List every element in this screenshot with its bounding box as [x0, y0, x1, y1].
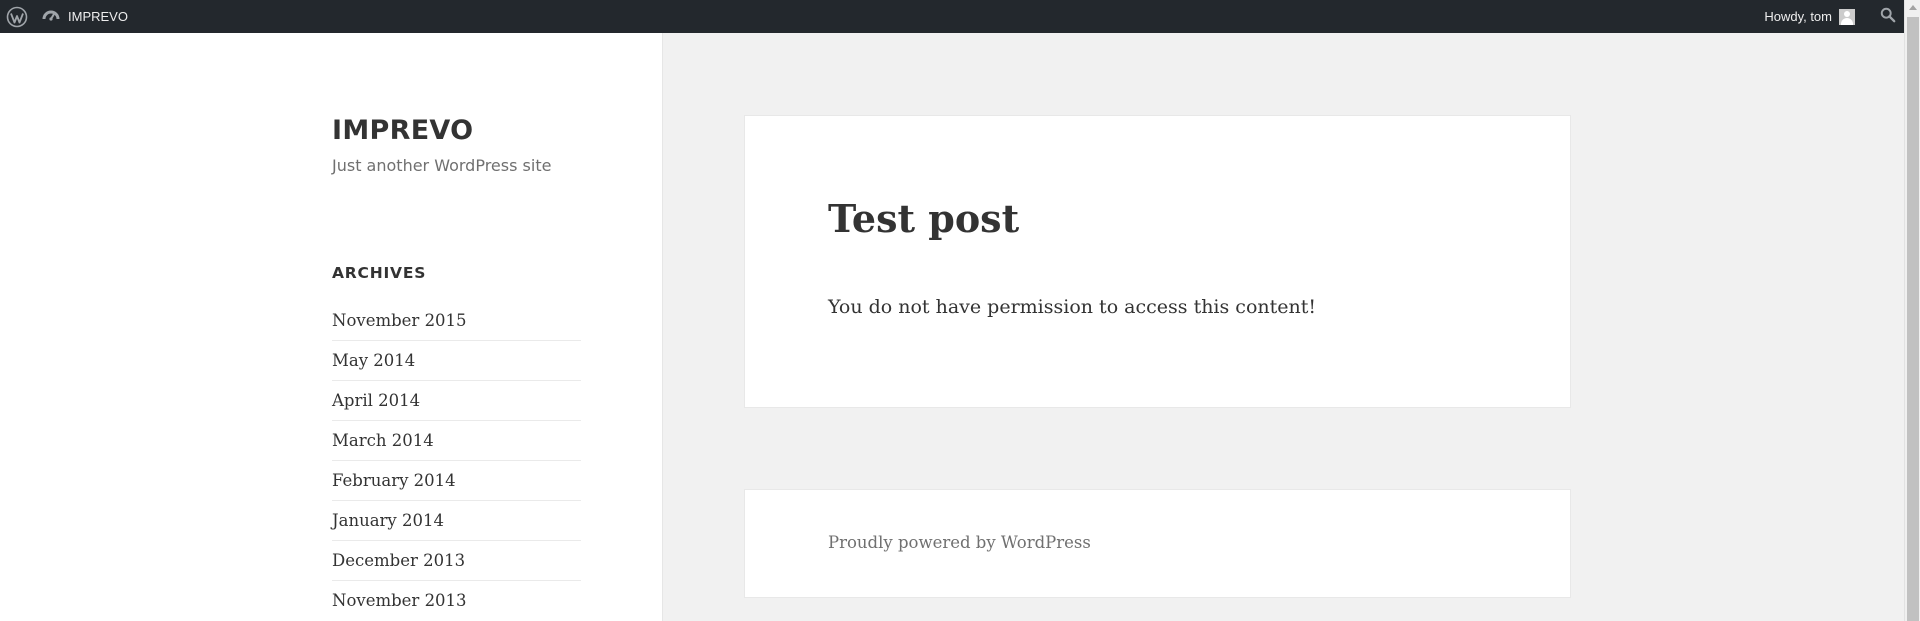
post-title: Test post [828, 196, 1020, 241]
archive-link[interactable]: January 2014 [332, 500, 581, 540]
post-content: You do not have permission to access thi… [828, 296, 1317, 318]
vertical-scrollbar[interactable] [1904, 0, 1920, 621]
archive-link[interactable]: November 2015 [332, 300, 581, 340]
sidebar: IMPREVO Just another WordPress site ARCH… [0, 33, 663, 621]
archive-link[interactable]: December 2013 [332, 540, 581, 580]
post-article: Test post You do not have permission to … [744, 115, 1571, 408]
powered-by-link[interactable]: Proudly powered by WordPress [828, 533, 1091, 552]
archives-list: November 2015 May 2014 April 2014 March … [332, 300, 581, 620]
dashboard-icon [42, 6, 60, 27]
admin-bar-site-link[interactable]: IMPREVO [42, 0, 128, 33]
admin-bar: IMPREVO Howdy, tom [0, 0, 1904, 33]
avatar [1839, 8, 1855, 25]
admin-bar-search-button[interactable] [1872, 0, 1904, 33]
my-account-menu[interactable]: Howdy, tom [1764, 8, 1872, 25]
archive-link[interactable]: April 2014 [332, 380, 581, 420]
site-footer: Proudly powered by WordPress [744, 489, 1571, 598]
admin-bar-site-name: IMPREVO [68, 9, 128, 24]
howdy-text: Howdy, tom [1764, 9, 1832, 24]
archives-widget-title: ARCHIVES [332, 264, 427, 282]
archive-link[interactable]: March 2014 [332, 420, 581, 460]
site-description: Just another WordPress site [332, 156, 552, 175]
archive-link[interactable]: May 2014 [332, 340, 581, 380]
search-icon [1880, 7, 1896, 26]
scroll-up-arrow-icon[interactable] [1909, 5, 1917, 10]
wordpress-logo-icon[interactable] [6, 6, 28, 28]
archive-link[interactable]: February 2014 [332, 460, 581, 500]
archive-link[interactable]: November 2013 [332, 580, 581, 620]
scrollbar-thumb[interactable] [1907, 17, 1919, 621]
site-title[interactable]: IMPREVO [332, 115, 473, 146]
